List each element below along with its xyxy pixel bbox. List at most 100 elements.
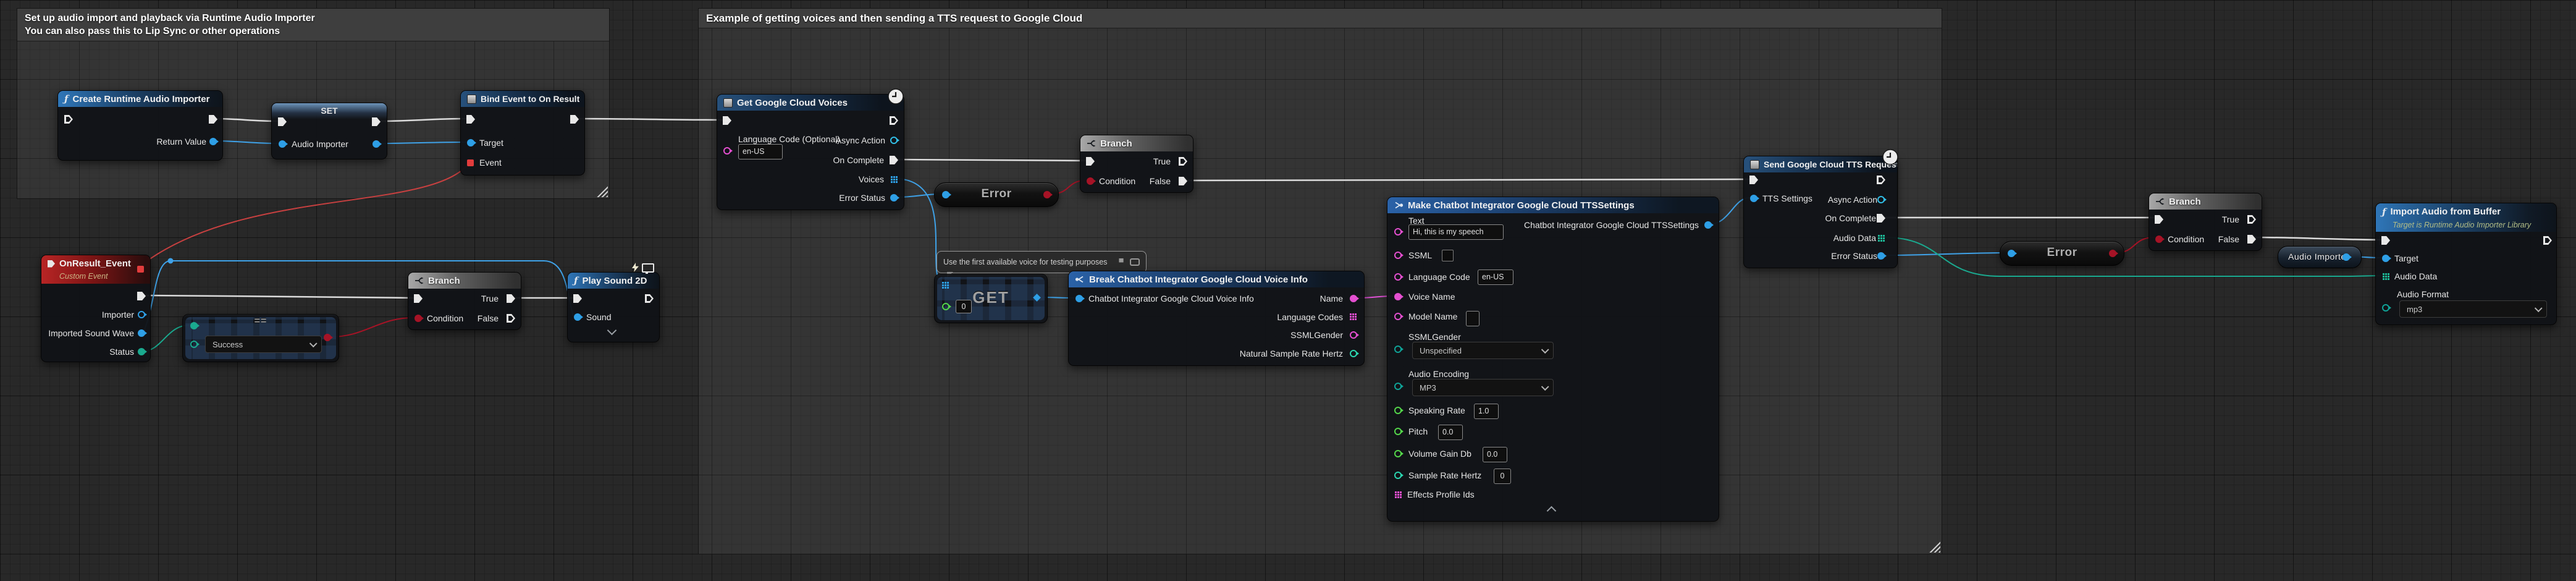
collapse-pins-chevron[interactable]: [1547, 506, 1557, 516]
exec-out-pin[interactable]: [209, 115, 217, 124]
pitch-input[interactable]: 0.0: [1438, 425, 1463, 440]
comment-title[interactable]: Set up audio import and playback via Run…: [17, 9, 609, 41]
index-input[interactable]: 0: [956, 300, 972, 313]
node-make-tts-settings[interactable]: Make Chatbot Integrator Google Cloud TTS…: [1387, 197, 1719, 522]
audio-importer-in-pin[interactable]: [279, 140, 286, 148]
text-input[interactable]: Hi, this is my speech: [1408, 224, 1504, 240]
model-name-input[interactable]: [1466, 311, 1480, 326]
true-exec-pin[interactable]: [507, 294, 515, 303]
on-complete-exec-pin[interactable]: [890, 156, 898, 164]
node-get-google-cloud-voices[interactable]: Get Google Cloud Voices Language Code (O…: [717, 94, 904, 210]
exec-out-pin[interactable]: [645, 294, 654, 303]
error-status-pin[interactable]: [1877, 252, 1885, 260]
exec-in-pin[interactable]: [573, 294, 582, 303]
on-complete-exec-pin[interactable]: [1877, 214, 1885, 223]
exec-in-pin[interactable]: [1749, 176, 1758, 184]
pitch-pin[interactable]: [1394, 428, 1402, 435]
condition-pin[interactable]: [1087, 177, 1094, 185]
bool-out-pin[interactable]: [2109, 250, 2116, 257]
audio-encoding-dropdown[interactable]: MP3: [1412, 379, 1554, 396]
ssml-gender-dropdown[interactable]: Unspecified: [1412, 342, 1554, 359]
exec-in-pin[interactable]: [2155, 215, 2163, 224]
node-break-voice-info[interactable]: Break Chatbot Integrator Google Cloud Vo…: [1068, 271, 1365, 366]
async-action-pin[interactable]: [890, 137, 898, 144]
node-error-macro-2[interactable]: Error: [2000, 241, 2124, 266]
equal-input-b-pin[interactable]: [190, 341, 198, 348]
node-comment-bubble[interactable]: Use the first available voice for testin…: [937, 251, 1147, 273]
node-get-audio-importer-variable[interactable]: Audio Importer: [2278, 246, 2362, 268]
language-code-input[interactable]: en-US: [1478, 269, 1513, 285]
tts-settings-out-pin[interactable]: [1704, 221, 1712, 229]
volume-gain-pin[interactable]: [1394, 450, 1402, 457]
speaking-rate-pin[interactable]: [1394, 407, 1402, 414]
equal-input-a-pin[interactable]: [190, 322, 198, 329]
false-exec-pin[interactable]: [2247, 235, 2256, 244]
tts-settings-pin[interactable]: [1750, 195, 1757, 202]
status-pin[interactable]: [138, 348, 145, 355]
exec-in-pin[interactable]: [723, 116, 731, 125]
language-code-pin[interactable]: [723, 147, 731, 155]
enum-value-dropdown[interactable]: Success: [205, 336, 322, 353]
delegate-out-pin[interactable]: [137, 266, 144, 273]
ssml-pin[interactable]: [1394, 252, 1402, 259]
comment-title[interactable]: Example of getting voices and then sendi…: [699, 9, 1942, 28]
node-error-macro-1[interactable]: Error: [934, 182, 1059, 207]
exec-in-pin[interactable]: [2381, 236, 2390, 245]
name-pin[interactable]: [1350, 295, 1357, 302]
node-array-get[interactable]: GET 0: [934, 274, 1048, 323]
exec-out-pin[interactable]: [2543, 236, 2552, 245]
speaking-rate-input[interactable]: 1.0: [1474, 404, 1499, 419]
false-exec-pin[interactable]: [507, 314, 515, 323]
node-branch-2[interactable]: Branch True Condition False: [1080, 135, 1193, 193]
blueprint-canvas[interactable]: Set up audio import and playback via Run…: [0, 0, 2576, 581]
error-status-pin[interactable]: [890, 194, 898, 201]
ssml-gender-pin[interactable]: [1394, 346, 1402, 353]
target-pin[interactable]: [467, 139, 474, 146]
audio-data-array-pin[interactable]: [2383, 273, 2384, 275]
node-create-runtime-audio-importer[interactable]: ƒ Create Runtime Audio Importer Return V…: [57, 90, 223, 161]
node-play-sound-2d[interactable]: ƒ Play Sound 2D Sound: [567, 272, 660, 342]
exec-out-pin[interactable]: [570, 115, 579, 124]
language-codes-array-pin[interactable]: [1350, 313, 1352, 315]
audio-format-pin[interactable]: [2382, 304, 2389, 312]
sample-rate-pin[interactable]: [1394, 472, 1402, 479]
bubble-toggle-icon[interactable]: [1130, 258, 1140, 266]
volume-gain-input[interactable]: 0.0: [1483, 447, 1507, 462]
node-set-audio-importer[interactable]: SET Audio Importer: [271, 103, 387, 159]
async-action-pin[interactable]: [1877, 196, 1885, 203]
ssml-checkbox[interactable]: [1442, 250, 1454, 261]
importer-pin[interactable]: [138, 311, 145, 318]
exec-in-pin[interactable]: [64, 115, 73, 124]
event-delegate-pin[interactable]: [467, 159, 474, 166]
sample-rate-input[interactable]: 0: [1494, 469, 1511, 484]
bubble-pin-icon[interactable]: [1118, 258, 1125, 266]
model-name-pin[interactable]: [1394, 313, 1402, 320]
exec-out-pin[interactable]: [1877, 176, 1885, 184]
node-equal-enum[interactable]: == Success: [182, 314, 339, 362]
node-branch-1[interactable]: Branch True Condition False: [408, 272, 521, 330]
node-branch-3[interactable]: Branch True Condition False: [2149, 193, 2262, 251]
node-import-audio-from-buffer[interactable]: ƒ Import Audio from Buffer Target is Run…: [2375, 203, 2557, 325]
language-code-pin[interactable]: [1394, 273, 1402, 281]
exec-in-pin[interactable]: [1086, 157, 1095, 166]
variable-out-pin[interactable]: [2342, 253, 2350, 261]
error-status-in-pin[interactable]: [2008, 250, 2015, 257]
natural-sample-rate-pin[interactable]: [1350, 350, 1357, 357]
exec-in-pin[interactable]: [414, 294, 423, 303]
condition-pin[interactable]: [415, 315, 422, 322]
voice-info-in-pin[interactable]: [1075, 295, 1083, 302]
expand-pins-chevron[interactable]: [607, 326, 617, 336]
audio-encoding-pin[interactable]: [1394, 383, 1402, 390]
node-bind-event-to-on-result[interactable]: Bind Event to On Result Target Event: [460, 90, 585, 176]
exec-out-pin[interactable]: [137, 292, 146, 300]
audio-format-dropdown[interactable]: mp3: [2399, 300, 2547, 318]
effects-profile-array-pin[interactable]: [1395, 491, 1397, 493]
language-code-input[interactable]: en-US: [738, 144, 783, 159]
true-exec-pin[interactable]: [2247, 215, 2256, 224]
audio-data-array-pin[interactable]: [1878, 235, 1880, 237]
comment-resize-handle[interactable]: [1929, 541, 1940, 553]
node-send-tts-request[interactable]: Send Google Cloud TTS Request TTS Settin…: [1743, 156, 1898, 268]
return-value-pin[interactable]: [209, 138, 217, 145]
node-onresult-custom-event[interactable]: OnResult_Event Custom Event Importer Imp…: [41, 255, 151, 362]
target-pin[interactable]: [2382, 255, 2389, 262]
